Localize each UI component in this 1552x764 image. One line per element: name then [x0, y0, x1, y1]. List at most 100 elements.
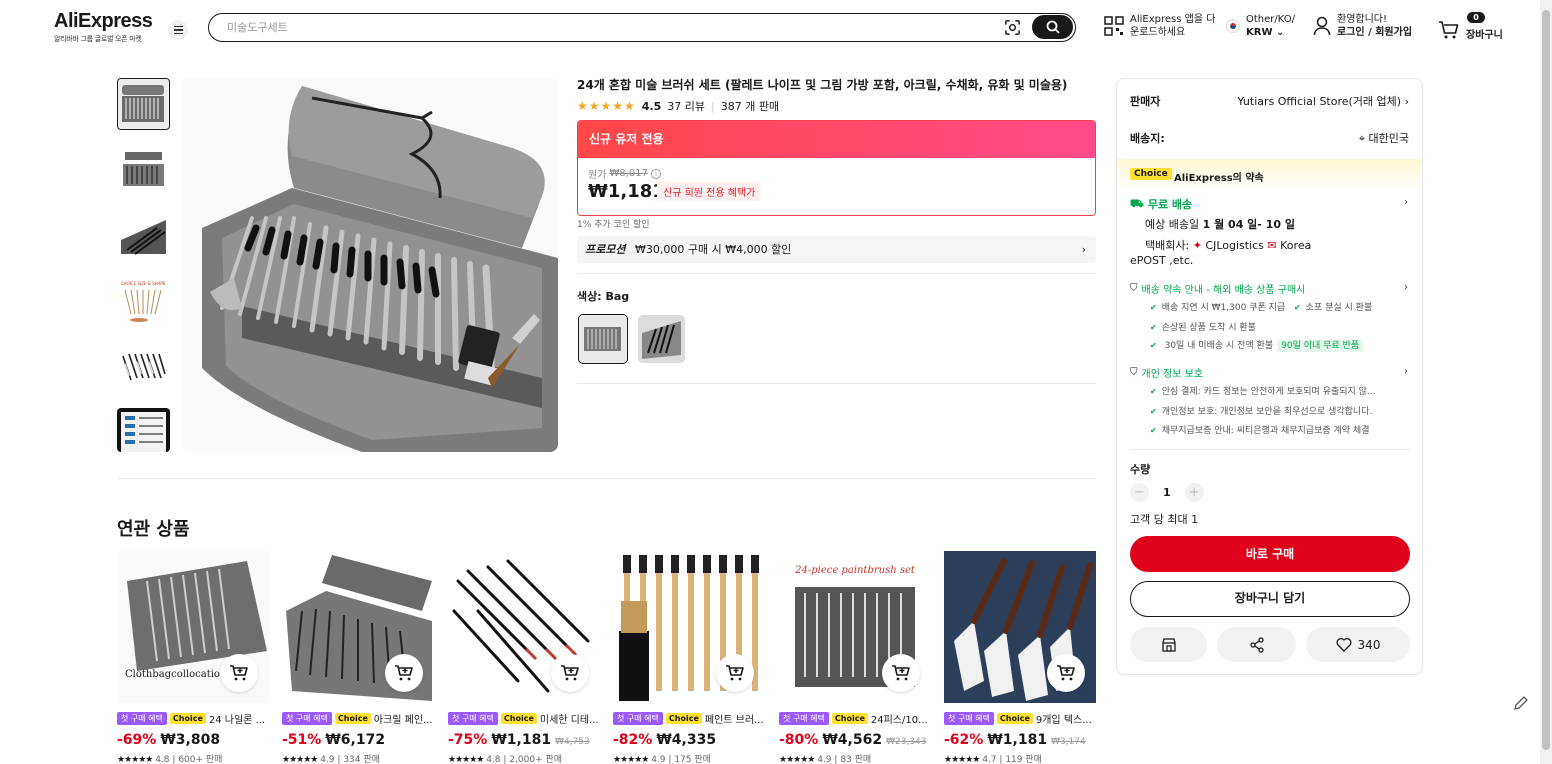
related-product-card[interactable]: 첫 구매 혜택 Choice 아크릴 페인... -51% ₩6,172 ★★★★★ 4.… — [282, 551, 434, 764]
rating-row[interactable]: ★★★★★ 4.5 37 리뷰 | 387 개 판매 — [577, 98, 779, 114]
thumbnail-3[interactable] — [117, 210, 170, 262]
related-product-price: ₩1,181 — [491, 732, 552, 748]
coin-discount-note: 1% 추가 코인 할인 — [577, 220, 650, 230]
scrollbar-thumb[interactable] — [1542, 10, 1550, 750]
privacy-section[interactable]: ⛉ 개인 정보 보호 — [1130, 365, 1203, 380]
color-swatch-alt[interactable] — [638, 315, 685, 363]
currency-label: KRW — [1246, 27, 1273, 38]
related-product-image[interactable]: Clothbagcollocation — [117, 551, 269, 703]
quantity-label: 수량 — [1130, 463, 1151, 476]
related-product-card[interactable]: 24-piece paintbrush set 첫 구매 혜택 Choice 24피스… — [779, 551, 931, 764]
guarantee-lost-refund: 소포 분실 시 환불 — [1294, 300, 1373, 313]
purchase-panel: 판매자 Yutiars Official Store(거래 업체) › 배송지:… — [1116, 78, 1423, 675]
discount-percent: -69% — [117, 732, 157, 748]
truck-icon: ⛟ — [1130, 196, 1144, 210]
heart-icon — [1336, 637, 1352, 652]
info-icon[interactable]: i — [650, 168, 661, 179]
login-signup-link[interactable]: 로그인 / 회원가입 — [1337, 26, 1412, 39]
delivery-guarantee-title: 배송 약속 안내 - 해외 배송 상품 구매시 — [1141, 285, 1306, 296]
aliexpress-logo[interactable]: AliExpress 알리바바 그룹 글로벌 오픈 마켓 — [54, 10, 153, 44]
related-product-image[interactable] — [944, 551, 1096, 703]
related-product-name[interactable]: 미세한 디테... — [540, 711, 599, 726]
related-product-name[interactable]: 9개입 텍스... — [1036, 711, 1092, 726]
related-product-image[interactable] — [282, 551, 434, 703]
related-product-card[interactable]: 첫 구매 혜택 Choice 9개입 텍스... -62% ₩1,181 ₩3,174 ★★… — [944, 551, 1096, 764]
thumbnail-4[interactable]: CHOICE SIZE & SHAPE — [117, 276, 170, 328]
chevron-right-icon[interactable]: › — [1404, 366, 1408, 377]
thumbnail-6[interactable] — [117, 408, 170, 452]
review-count[interactable]: 37 리뷰 — [667, 98, 705, 114]
free-shipping-section[interactable]: ⛟ 무료 배송 — [1130, 196, 1192, 212]
eta-dates: 1 월 04 일- 10 일 — [1202, 218, 1295, 231]
app-download-line2: 운로드하세요 — [1130, 27, 1186, 38]
ship-to-row[interactable]: 배송지: ⌖ 대한민국 — [1130, 130, 1409, 146]
image-search-icon[interactable] — [1004, 19, 1021, 36]
delivery-guarantee-section[interactable]: ⛉ 배송 약속 안내 - 해외 배송 상품 구매시 — [1130, 281, 1305, 296]
related-product-card[interactable]: 첫 구매 혜택 Choice 미세한 디테... -75% ₩1,181 ₩4,753 ★★… — [448, 551, 600, 764]
add-to-cart-button[interactable] — [1047, 654, 1085, 692]
add-to-cart-button[interactable] — [882, 654, 920, 692]
rating-stars: ★★★★★ — [448, 755, 484, 764]
product-title: 24개 혼합 미술 브러쉬 세트 (팔레트 나이프 및 그림 가방 포함, 아크… — [577, 78, 1068, 92]
thumbnail-2[interactable] — [117, 144, 170, 196]
first-purchase-tag: 첫 구매 혜택 — [944, 712, 994, 725]
related-product-price: ₩6,172 — [325, 732, 386, 748]
search-button[interactable] — [1032, 15, 1073, 39]
first-purchase-tag: 첫 구매 혜택 — [117, 712, 167, 725]
chevron-right-icon[interactable]: › — [1404, 197, 1408, 208]
related-product-card[interactable]: 첫 구매 혜택 Choice 페인트 브러... -82% ₩4,335 ★★★★★ 4.… — [613, 551, 765, 764]
buy-now-button[interactable]: 바로 구매 — [1130, 536, 1410, 572]
discount-percent: -80% — [779, 732, 819, 748]
seller-row[interactable]: 판매자 Yutiars Official Store(거래 업체) › — [1130, 93, 1409, 109]
guarantee-undelivered-text: 30일 내 미배송 시 전액 환불 — [1164, 341, 1274, 351]
quantity-decrease-button[interactable]: − — [1130, 483, 1149, 502]
chevron-right-icon[interactable]: › — [1404, 282, 1408, 293]
privacy-data-protection: 개인정보 보호: 개인정보 보안을 최우선으로 생각합니다. — [1150, 404, 1373, 417]
related-product-rating: 4.7 — [982, 755, 997, 764]
guarantee-coupon: 배송 지연 시 ₩1,300 쿠폰 지급 — [1150, 300, 1286, 313]
cart-label: 장바구니 — [1466, 30, 1503, 41]
add-to-cart-icon — [1057, 665, 1075, 681]
add-to-cart-button[interactable]: 장바구니 담기 — [1130, 581, 1410, 617]
add-to-cart-button[interactable] — [220, 654, 258, 692]
related-product-card[interactable]: Clothbagcollocation 첫 구매 혜택 Choice 24 나일론 .… — [117, 551, 269, 764]
locale-selector[interactable]: Other/KO/KRW ⌄ — [1226, 13, 1295, 39]
related-product-rating: 4.9 — [320, 755, 335, 764]
account-menu[interactable]: 환영합니다! 로그인 / 회원가입 — [1313, 13, 1412, 39]
related-product-image[interactable] — [448, 551, 600, 703]
discount-percent: -51% — [282, 732, 322, 748]
pencil-icon[interactable] — [1510, 692, 1532, 714]
divider — [117, 478, 1096, 479]
promotion-banner[interactable]: 프로모션 ₩30,000 구매 시 ₩4,000 할인 › — [577, 236, 1096, 263]
welcome-text: 환영합니다! — [1337, 14, 1388, 25]
wishlist-button[interactable]: 340 — [1306, 627, 1410, 662]
color-swatch-bag[interactable] — [578, 314, 628, 364]
related-products-title: 연관 상품 — [117, 519, 190, 540]
related-product-name[interactable]: 24피스/10... — [871, 711, 928, 726]
thumbnail-1[interactable] — [117, 78, 170, 130]
search-input[interactable] — [227, 18, 987, 36]
related-product-name[interactable]: 24 나일론 ... — [209, 711, 265, 726]
rating-stars: ★★★★★ — [613, 755, 649, 764]
related-product-name[interactable]: 페인트 브러... — [705, 711, 764, 726]
courier-korea: Korea — [1280, 239, 1312, 252]
choice-promise-band: Choice AliExpress의 약속 — [1117, 159, 1422, 189]
rating-stars: ★★★★★ — [282, 755, 318, 764]
add-to-cart-button[interactable] — [551, 654, 589, 692]
sale-price: ₩1,181 — [588, 181, 665, 202]
related-product-image[interactable] — [613, 551, 765, 703]
product-main-image[interactable] — [182, 78, 558, 452]
quantity-value[interactable]: 1 — [1163, 486, 1171, 499]
related-product-image[interactable]: 24-piece paintbrush set — [779, 551, 931, 703]
share-button[interactable] — [1217, 627, 1296, 662]
add-to-cart-button[interactable] — [385, 654, 423, 692]
related-product-name[interactable]: 아크릴 페인... — [374, 711, 433, 726]
choice-tag: Choice — [996, 713, 1033, 724]
menu-icon[interactable] — [168, 20, 188, 40]
seller-name[interactable]: Yutiars Official Store(거래 업체) — [1237, 95, 1401, 108]
store-button[interactable] — [1130, 627, 1207, 662]
quantity-increase-button[interactable]: + — [1184, 483, 1204, 502]
add-to-cart-button[interactable] — [716, 654, 754, 692]
thumbnail-5[interactable] — [117, 342, 170, 394]
app-download[interactable]: AliExpress 앱을 다 운로드하세요 — [1104, 13, 1215, 39]
